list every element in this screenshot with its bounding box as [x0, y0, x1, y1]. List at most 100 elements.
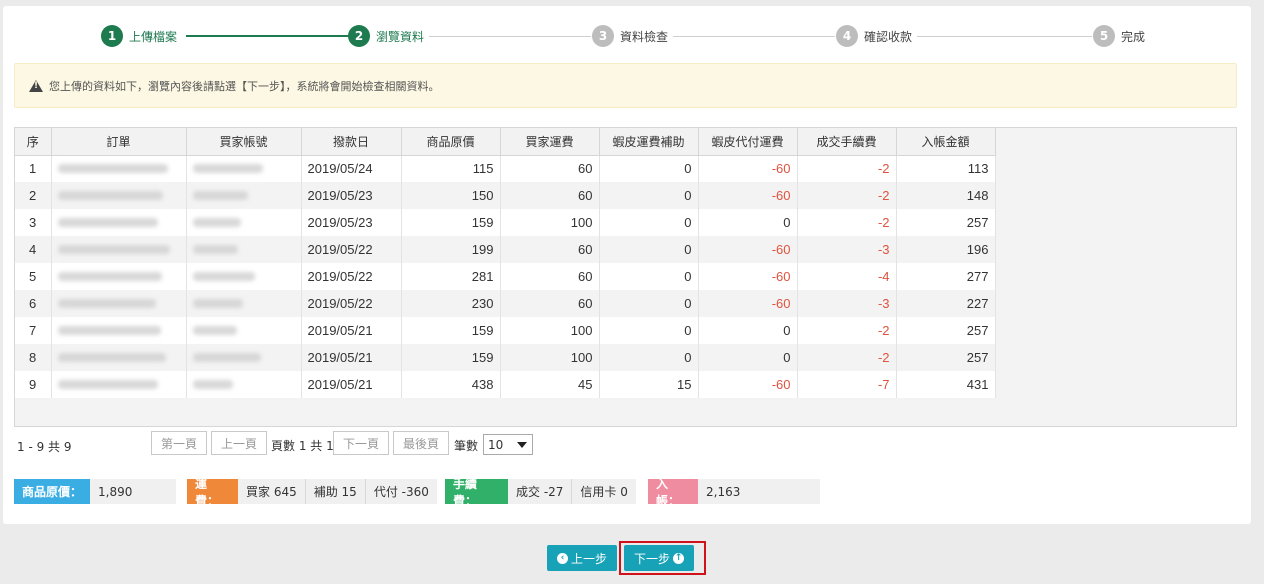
next-page-button[interactable]: 下一頁	[333, 431, 389, 455]
col-header-date[interactable]: 撥款日	[301, 128, 402, 156]
cell-order-redacted	[51, 263, 187, 290]
per-page-value: 10	[488, 437, 504, 452]
redacted-buyer	[192, 164, 263, 174]
redacted-order	[57, 326, 161, 335]
step-2-label: 瀏覽資料	[376, 29, 425, 44]
cell-seq: 4	[15, 236, 52, 263]
prev-step-label: 上一步	[570, 551, 607, 566]
step-connector	[429, 36, 591, 37]
table-row[interactable]: 2 2019/05/23 150 60 0 -60 -2 148	[15, 182, 996, 209]
fee-deal: 成交 -27	[508, 479, 572, 504]
step-5: 5 完成	[1093, 24, 1145, 48]
redacted-buyer	[192, 191, 248, 200]
redacted-order	[57, 164, 168, 174]
cell-net: 196	[896, 236, 996, 263]
cell-fee: -2	[797, 317, 897, 344]
cell-buyer-redacted	[186, 155, 302, 182]
cell-paid-ship: -60	[698, 371, 798, 398]
cell-fee: -3	[797, 236, 897, 263]
table-row[interactable]: 8 2019/05/21 159 100 0 0 -2 257	[15, 344, 996, 371]
redacted-buyer	[192, 218, 241, 227]
cell-seq: 8	[15, 344, 52, 371]
step-2: 2 瀏覽資料	[348, 24, 424, 48]
cell-seq: 6	[15, 290, 52, 317]
prev-step-button[interactable]: ‹ 上一步	[547, 545, 617, 571]
price-summary: 商品原價： 1,890	[14, 479, 176, 504]
step-connector	[673, 36, 835, 37]
record-summary: 1 - 9 共 9	[17, 440, 72, 454]
cell-date: 2019/05/21	[301, 371, 402, 398]
last-page-button[interactable]: 最後頁	[393, 431, 449, 455]
redacted-order	[57, 272, 162, 281]
cell-date: 2019/05/24	[301, 155, 402, 182]
col-header-seq[interactable]: 序	[15, 128, 52, 156]
notice-text: 您上傳的資料如下，瀏覽內容後請點選【下一步】，系統將會開始檢查相關資料。	[49, 79, 440, 93]
cell-order-redacted	[51, 209, 187, 236]
table-row[interactable]: 7 2019/05/21 159 100 0 0 -2 257	[15, 317, 996, 344]
next-step-highlight-box	[619, 541, 706, 575]
table-row[interactable]: 1 2019/05/24 115 60 0 -60 -2 113	[15, 155, 996, 182]
cell-ship: 60	[500, 263, 600, 290]
cell-buyer-redacted	[186, 182, 302, 209]
fee-card: 信用卡 0	[571, 479, 636, 504]
cell-price: 115	[401, 155, 501, 182]
table-row[interactable]: 3 2019/05/23 159 100 0 0 -2 257	[15, 209, 996, 236]
shipping-paid: 代付 -360	[364, 479, 437, 504]
col-header-net[interactable]: 入帳金額	[896, 128, 996, 156]
redacted-buyer	[192, 380, 233, 389]
table-row[interactable]: 5 2019/05/22 281 60 0 -60 -4 277	[15, 263, 996, 290]
cell-fee: -2	[797, 155, 897, 182]
cell-seq: 9	[15, 371, 52, 398]
shipping-buyer: 買家 645	[238, 479, 305, 504]
table-row[interactable]: 9 2019/05/21 438 45 15 -60 -7 431	[15, 371, 996, 398]
table-header-row: 序 訂單 買家帳號 撥款日 商品原價 買家運費 蝦皮運費補助 蝦皮代付運費 成交…	[15, 128, 996, 156]
cell-subsidy: 0	[599, 263, 699, 290]
cell-order-redacted	[51, 371, 187, 398]
table-row[interactable]: 6 2019/05/22 230 60 0 -60 -3 227	[15, 290, 996, 317]
col-header-buyer[interactable]: 買家帳號	[186, 128, 302, 156]
cell-buyer-redacted	[186, 317, 302, 344]
step-3: 3 資料檢查	[592, 24, 668, 48]
table-row[interactable]: 4 2019/05/22 199 60 0 -60 -3 196	[15, 236, 996, 263]
per-page-select[interactable]: 10	[483, 434, 533, 455]
net-value: 2,163	[698, 479, 820, 504]
prev-page-button[interactable]: 上一頁	[211, 431, 267, 455]
cell-ship: 60	[500, 182, 600, 209]
col-header-ship[interactable]: 買家運費	[500, 128, 600, 156]
col-header-subsidy[interactable]: 蝦皮運費補助	[599, 128, 699, 156]
step-3-number: 3	[592, 25, 614, 47]
cell-ship: 60	[500, 155, 600, 182]
cell-date: 2019/05/21	[301, 317, 402, 344]
step-1: 1 上傳檔案	[101, 24, 177, 48]
col-header-order[interactable]: 訂單	[51, 128, 187, 156]
cell-price: 199	[401, 236, 501, 263]
cell-price: 230	[401, 290, 501, 317]
step-connector	[186, 35, 348, 37]
cell-fee: -4	[797, 263, 897, 290]
cell-order-redacted	[51, 317, 187, 344]
pager: 1 - 9 共 9 第一頁 上一頁 頁數 1 共 1 下一頁 最後頁 筆數 10	[17, 430, 1237, 458]
cell-fee: -7	[797, 371, 897, 398]
step-4-label: 確認收款	[864, 29, 913, 44]
cell-paid-ship: -60	[698, 290, 798, 317]
cell-date: 2019/05/22	[301, 236, 402, 263]
cell-ship: 60	[500, 236, 600, 263]
cell-paid-ship: -60	[698, 263, 798, 290]
cell-subsidy: 0	[599, 344, 699, 371]
redacted-order	[57, 299, 156, 308]
redacted-buyer	[192, 299, 243, 308]
cell-buyer-redacted	[186, 236, 302, 263]
redacted-order	[57, 191, 163, 200]
cell-buyer-redacted	[186, 371, 302, 398]
col-header-price[interactable]: 商品原價	[401, 128, 501, 156]
col-header-paid-ship[interactable]: 蝦皮代付運費	[698, 128, 798, 156]
step-1-number: 1	[101, 25, 123, 47]
cell-net: 227	[896, 290, 996, 317]
redacted-buyer	[192, 245, 238, 254]
col-header-fee[interactable]: 成交手續費	[797, 128, 897, 156]
cell-buyer-redacted	[186, 263, 302, 290]
cell-price: 438	[401, 371, 501, 398]
first-page-button[interactable]: 第一頁	[151, 431, 207, 455]
cell-paid-ship: -60	[698, 155, 798, 182]
info-notice: 您上傳的資料如下，瀏覽內容後請點選【下一步】，系統將會開始檢查相關資料。	[14, 63, 1237, 108]
